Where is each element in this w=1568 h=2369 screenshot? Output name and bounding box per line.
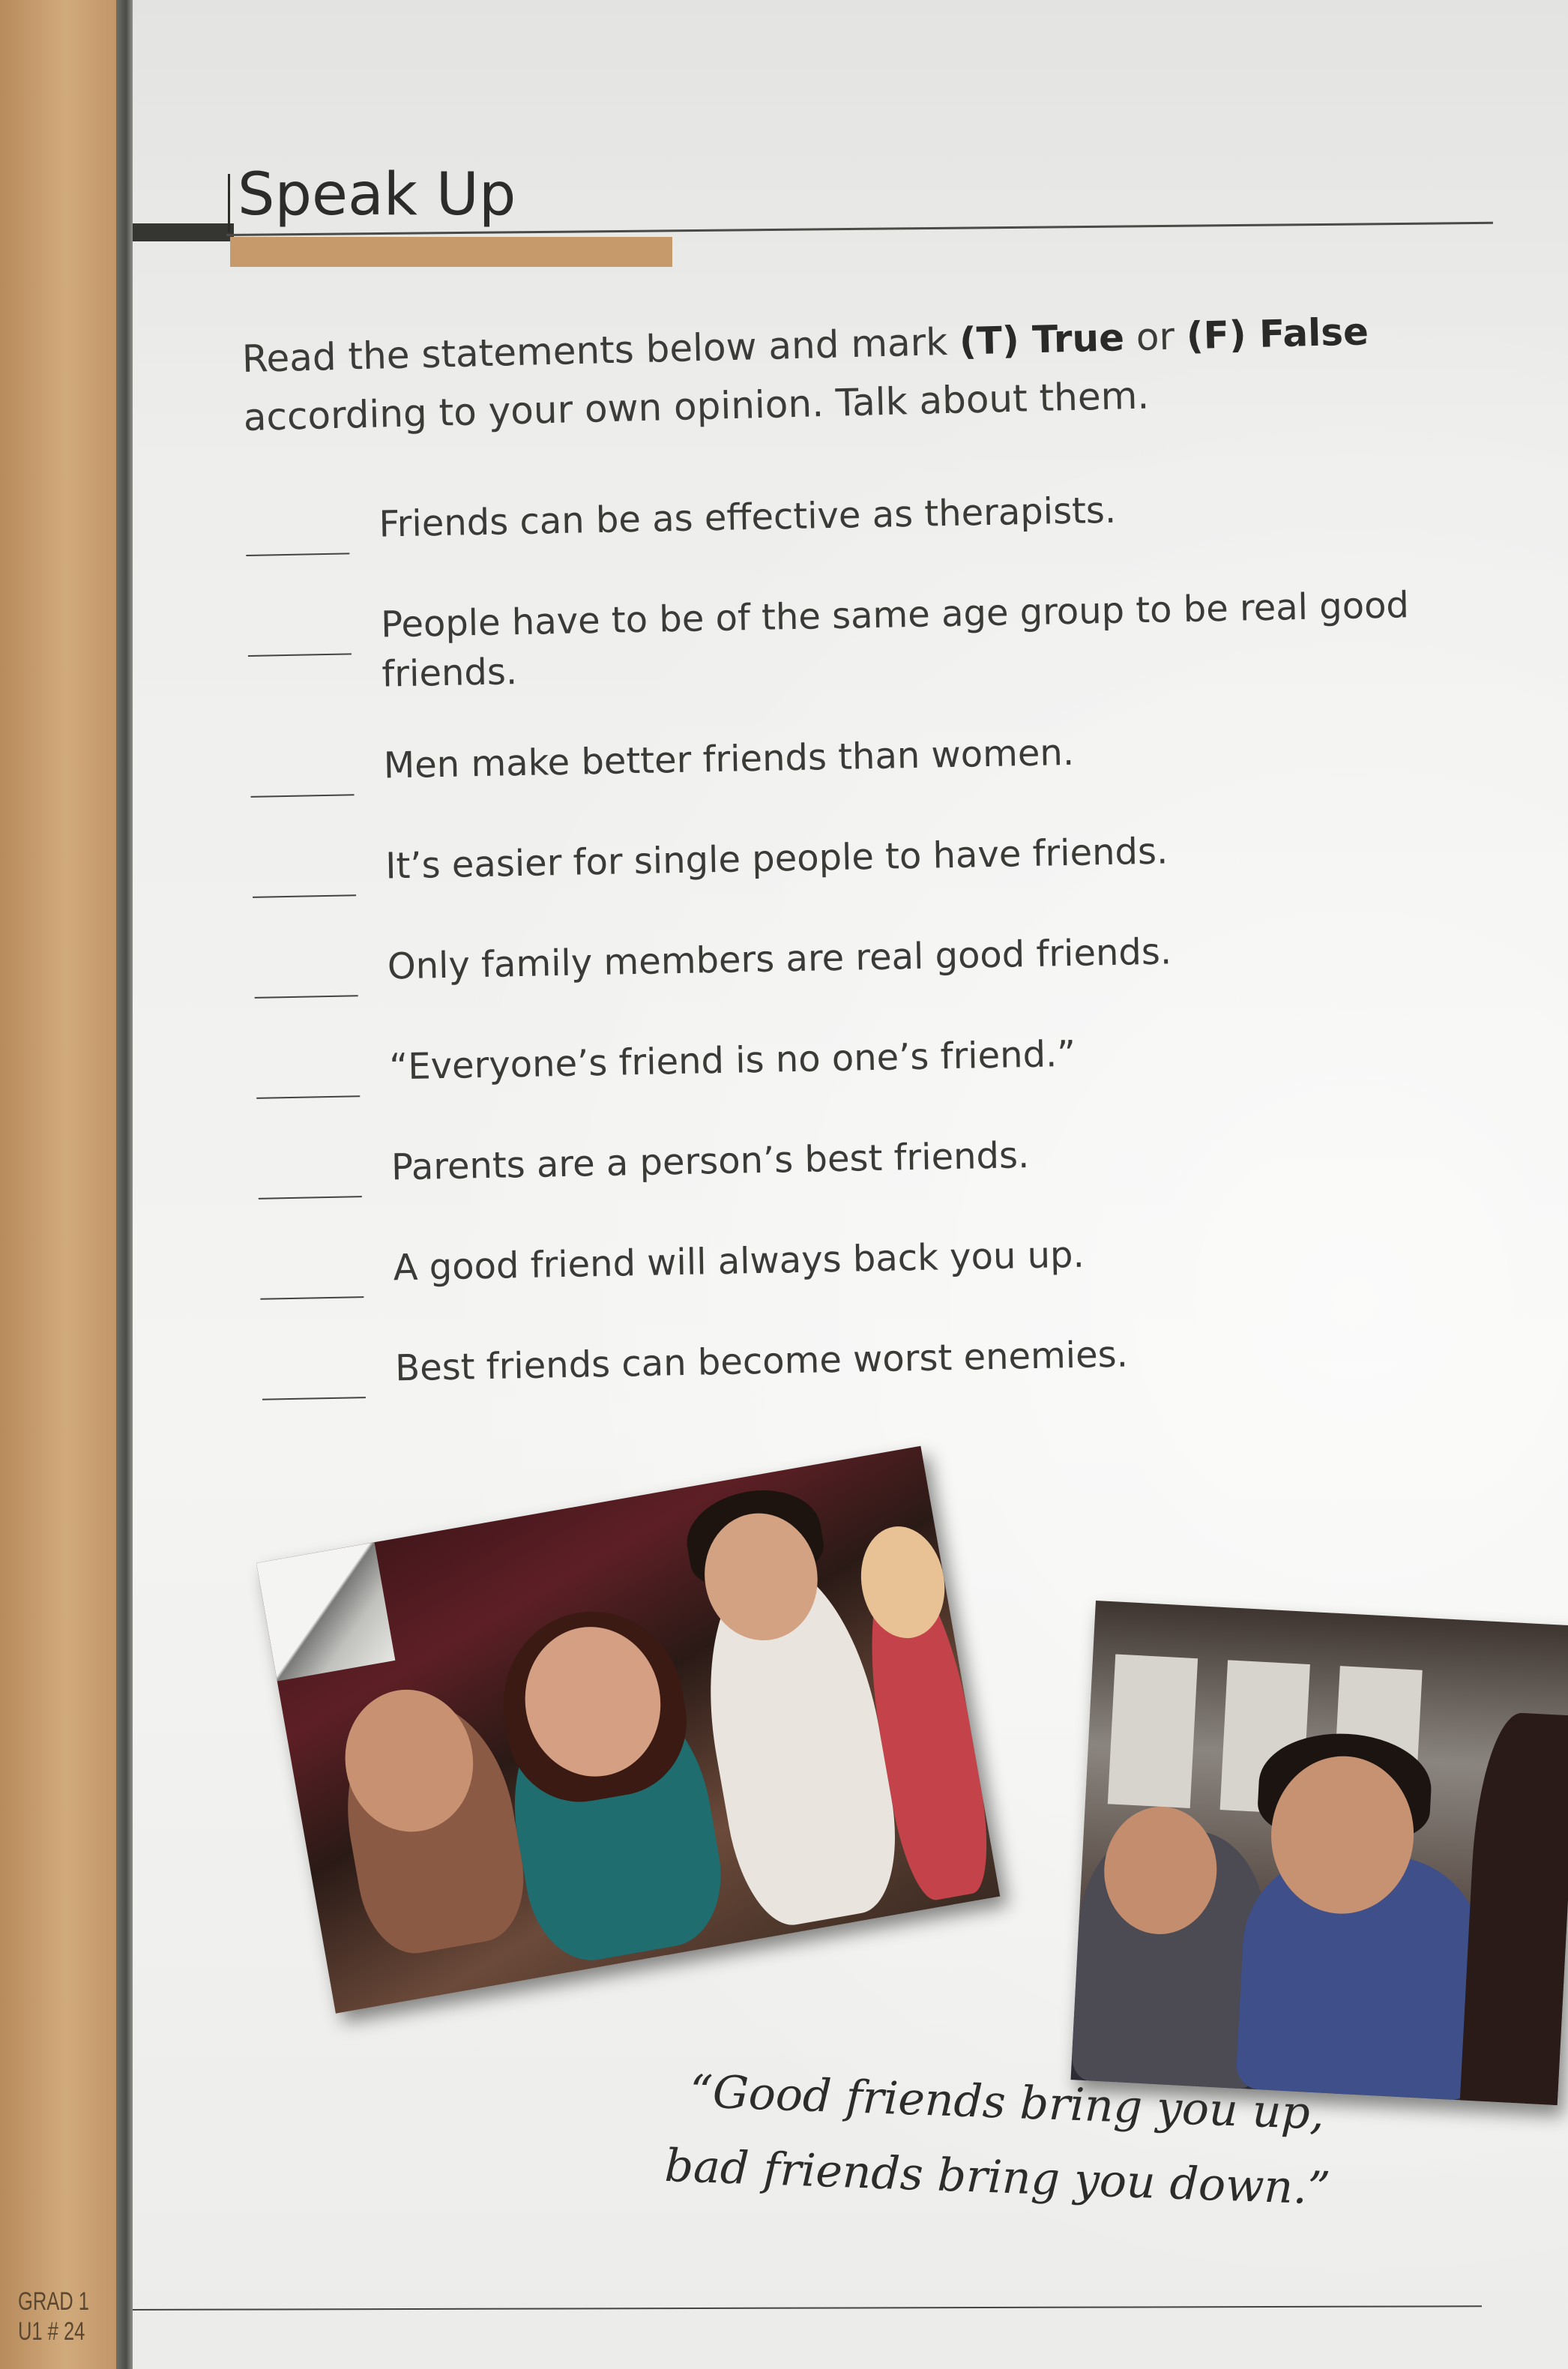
statement-text: People have to be of the same age group …	[380, 584, 1410, 696]
false-label: (F) False	[1186, 310, 1369, 358]
header-dark-bar	[133, 223, 234, 241]
section-title: Speak Up	[238, 161, 516, 229]
statement-item: It’s easier for single people to have fr…	[252, 819, 1528, 919]
answer-blank[interactable]	[262, 1397, 366, 1400]
instructions-text: Read the statements below and mark	[241, 319, 960, 381]
statement-item: “Everyone’s friend is no one’s friend.”	[256, 1020, 1531, 1120]
statement-text: Men make better friends than women.	[383, 731, 1075, 787]
unit-page-label: U1 # 24	[18, 2317, 85, 2346]
grade-label: GRAD 1	[18, 2287, 89, 2316]
friends-group-photo	[256, 1445, 1001, 2014]
answer-blank[interactable]	[256, 1095, 361, 1099]
instructions-or: or	[1124, 314, 1187, 360]
statement-text: “Everyone’s friend is no one’s friend.”	[388, 1032, 1076, 1089]
answer-blank[interactable]	[254, 995, 358, 999]
statement-item: Only family members are real good friend…	[253, 920, 1529, 1020]
statement-text: It’s easier for single people to have fr…	[385, 830, 1169, 888]
statement-item: A good friend will always back you up.	[259, 1221, 1535, 1321]
statement-text: A good friend will always back you up.	[393, 1233, 1085, 1289]
answer-blank[interactable]	[250, 794, 355, 798]
statement-text: Parents are a person’s best friends.	[391, 1134, 1030, 1189]
statement-text: Best friends can become worst enemies.	[394, 1333, 1129, 1390]
answer-blank[interactable]	[246, 553, 350, 556]
header-accent-bar	[230, 237, 672, 267]
sad-friends-photo	[1070, 1601, 1568, 2106]
page-edge	[116, 0, 133, 2369]
grade-unit-label: GRAD 1 U1 # 24	[18, 2287, 89, 2347]
answer-blank[interactable]	[247, 653, 352, 657]
statement-item: Friends can be as effective as therapist…	[245, 478, 1521, 577]
true-label: (T) True	[959, 316, 1125, 364]
statement-text: Friends can be as effective as therapist…	[379, 489, 1117, 546]
instructions: Read the statements below and mark (T) T…	[241, 300, 1458, 447]
textbook-page: Speak Up Read the statements below and m…	[133, 0, 1568, 2369]
friendship-quote: “Good friends bring you up, bad friends …	[664, 2054, 1365, 2227]
page-curl-corner	[256, 1542, 396, 1682]
answer-blank[interactable]	[260, 1296, 364, 1300]
statement-item: Men make better friends than women.	[250, 719, 1525, 819]
book-spine	[0, 0, 120, 2369]
footer-rule	[133, 2305, 1482, 2311]
statement-text: Only family members are real good friend…	[387, 930, 1172, 988]
instructions-text-end: according to your own opinion. Talk abou…	[243, 373, 1150, 439]
statement-item: Parents are a person’s best friends.	[257, 1121, 1533, 1220]
statement-item: Best friends can become worst enemies.	[262, 1322, 1537, 1421]
answer-blank[interactable]	[253, 894, 357, 898]
header-tick	[228, 174, 230, 232]
statement-list: Friends can be as effective as therapist…	[245, 478, 1537, 1446]
statement-item: People have to be of the same age group …	[247, 578, 1524, 715]
answer-blank[interactable]	[258, 1196, 362, 1199]
